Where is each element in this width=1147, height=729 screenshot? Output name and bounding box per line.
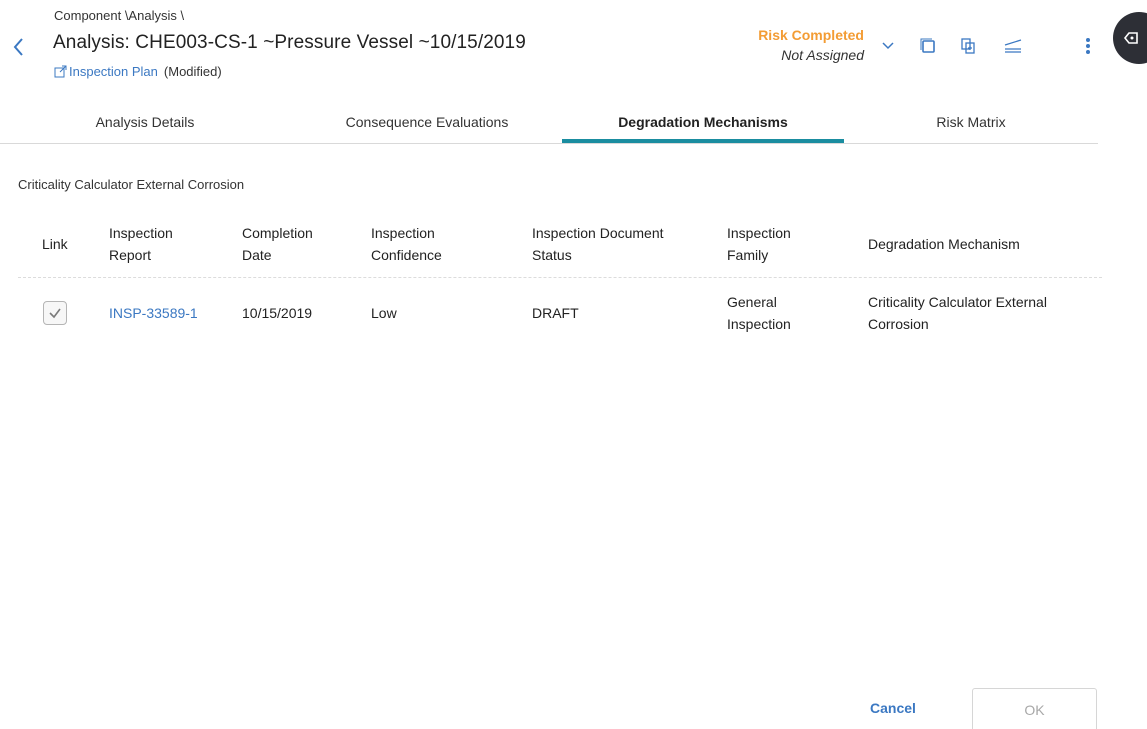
export-button[interactable]: [958, 36, 978, 56]
modified-label: (Modified): [163, 64, 222, 79]
completion-date-cell: 10/15/2019: [242, 305, 313, 321]
chevron-down-icon: [882, 42, 894, 50]
tab-degradation-mechanisms[interactable]: Degradation Mechanisms: [562, 100, 844, 143]
back-button[interactable]: [10, 36, 28, 58]
export-icon: [961, 38, 975, 54]
page-title: Analysis: CHE003-CS-1 ~Pressure Vessel ~…: [53, 32, 526, 53]
copy-button[interactable]: [918, 36, 938, 56]
section-title: Criticality Calculator External Corrosio…: [18, 177, 245, 192]
cancel-button[interactable]: Cancel: [851, 690, 935, 726]
compare-icon: [1004, 39, 1022, 53]
status-state: Risk Completed: [758, 27, 864, 43]
ok-button[interactable]: OK: [972, 688, 1097, 729]
checkmark-icon: [49, 308, 61, 319]
side-panel-icon: [1123, 32, 1138, 44]
status-assignee: Not Assigned: [781, 47, 864, 63]
inspection-plan-link[interactable]: Inspection Plan: [54, 64, 158, 79]
column-header-link: Link: [42, 236, 68, 252]
copy-icon: [920, 38, 935, 53]
link-cell: [43, 278, 67, 348]
document-status-cell: DRAFT: [532, 305, 579, 321]
tab-analysis-details[interactable]: Analysis Details: [0, 100, 290, 143]
column-header-degradation-mechanism: Degradation Mechanism: [868, 236, 1020, 252]
column-header-inspection-report: Inspection Report: [109, 225, 173, 263]
table-header: Link Inspection Report Completion Date I…: [18, 210, 1102, 278]
chevron-left-icon: [13, 38, 23, 56]
status-dropdown-button[interactable]: [878, 36, 898, 56]
tab-consequence-evaluations[interactable]: Consequence Evaluations: [282, 100, 572, 143]
side-panel-toggle[interactable]: [1113, 12, 1147, 64]
status-block: Risk Completed Not Assigned: [758, 27, 864, 63]
more-vertical-icon: [1086, 38, 1090, 54]
compare-button[interactable]: [1003, 36, 1023, 56]
table-row: INSP-33589-1 10/15/2019 Low DRAFT Genera…: [18, 278, 1102, 348]
degradation-grid: Link Inspection Report Completion Date I…: [18, 210, 1102, 348]
inspection-family-cell: General Inspection: [727, 294, 791, 332]
tab-bar: Analysis Details Consequence Evaluations…: [0, 100, 1098, 144]
breadcrumb[interactable]: Component \Analysis \: [54, 8, 184, 23]
more-menu-button[interactable]: [1078, 36, 1098, 56]
external-link-icon: [54, 65, 67, 78]
column-header-inspection-family: Inspection Family: [727, 225, 791, 263]
tab-risk-matrix[interactable]: Risk Matrix: [844, 100, 1098, 143]
plan-line: Inspection Plan (Modified): [54, 64, 222, 79]
column-header-completion-date: Completion Date: [242, 225, 313, 263]
column-header-inspection-confidence: Inspection Confidence: [371, 225, 442, 263]
inspection-confidence-cell: Low: [371, 305, 397, 321]
inspection-report-link[interactable]: INSP-33589-1: [109, 278, 198, 348]
degradation-mechanism-cell: Criticality Calculator External Corrosio…: [868, 294, 1047, 332]
column-header-document-status: Inspection Document Status: [532, 225, 664, 263]
link-checkbox[interactable]: [43, 301, 67, 325]
inspection-plan-label: Inspection Plan: [69, 64, 158, 79]
